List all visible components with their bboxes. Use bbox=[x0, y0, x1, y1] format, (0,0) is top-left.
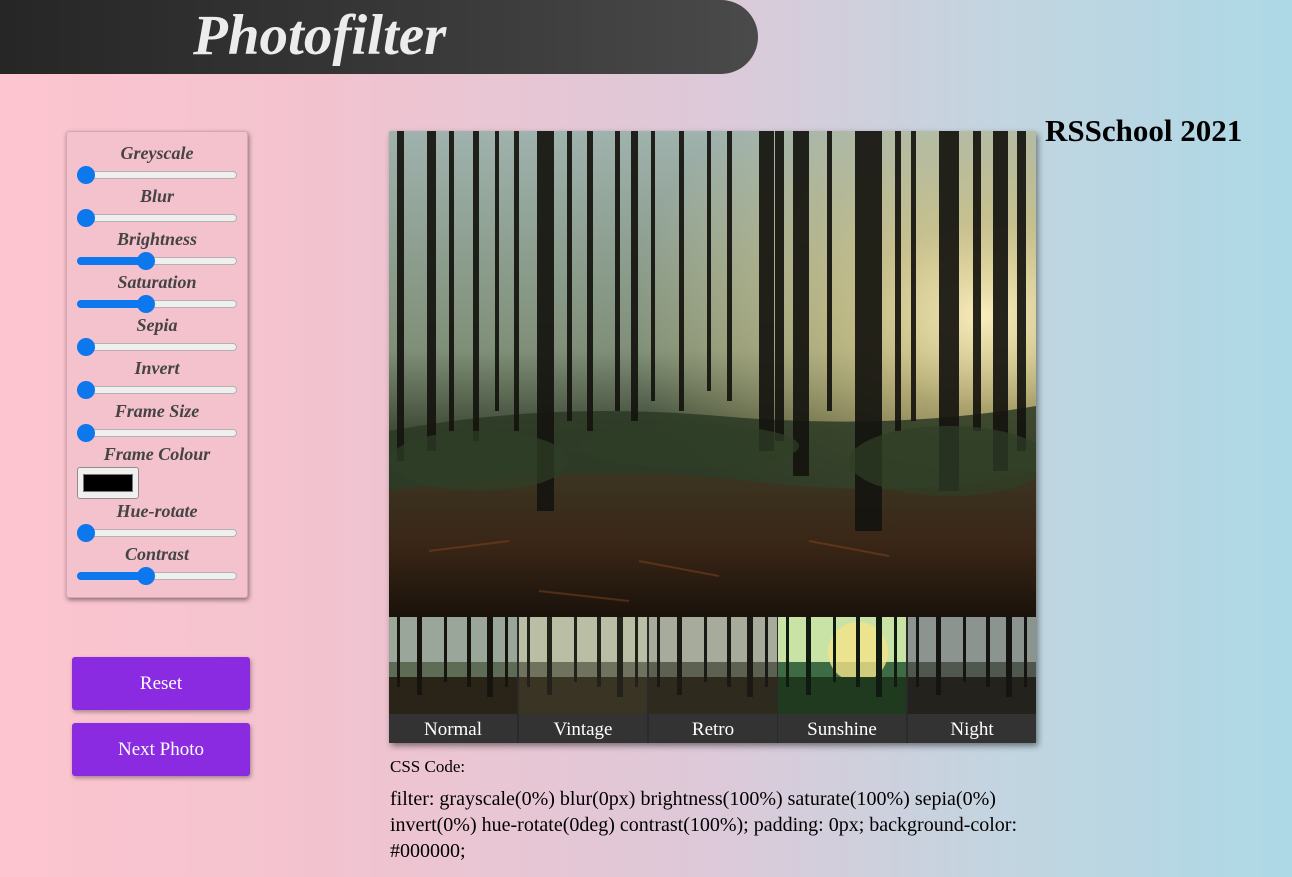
slider-track bbox=[77, 343, 237, 351]
frame-size-label: Frame Size bbox=[114, 401, 200, 421]
slider-track bbox=[77, 171, 237, 179]
slider-track bbox=[77, 386, 237, 394]
slider-track bbox=[77, 214, 237, 222]
slider-thumb[interactable] bbox=[136, 252, 155, 270]
css-code-output: filter: grayscale(0%) blur(0px) brightne… bbox=[390, 788, 1018, 862]
preset-thumbnail-image bbox=[519, 617, 647, 714]
slider-thumb[interactable] bbox=[77, 166, 95, 184]
css-code-title: CSS Code: bbox=[390, 757, 466, 776]
preset-normal[interactable]: Normal bbox=[389, 617, 517, 743]
contrast-slider[interactable] bbox=[77, 567, 237, 585]
slider-thumb[interactable] bbox=[77, 524, 95, 542]
colour-swatch bbox=[83, 474, 133, 492]
contrast-label: Contrast bbox=[124, 544, 190, 564]
hue-rotate-label: Hue-rotate bbox=[116, 501, 198, 521]
frame-colour-label: Frame Colour bbox=[103, 444, 211, 464]
main-photo bbox=[389, 131, 1036, 617]
brightness-label: Brightness bbox=[116, 229, 198, 249]
reset-button[interactable]: Reset bbox=[72, 657, 250, 710]
brightness-slider[interactable] bbox=[77, 252, 237, 270]
slider-track bbox=[77, 529, 237, 537]
photo-preview-frame: Normal Vintage Retro Sunshine Night bbox=[389, 131, 1036, 743]
slider-thumb[interactable] bbox=[136, 295, 155, 313]
slider-thumb[interactable] bbox=[77, 209, 95, 227]
forest-photo-image bbox=[389, 131, 1036, 617]
slider-thumb[interactable] bbox=[77, 338, 95, 356]
preset-thumbnails: Normal Vintage Retro Sunshine Night bbox=[389, 617, 1036, 743]
header-bar: Photofilter bbox=[0, 0, 758, 74]
app-title: Photofilter bbox=[193, 4, 447, 67]
slider-thumb[interactable] bbox=[136, 567, 155, 585]
saturation-slider[interactable] bbox=[77, 295, 237, 313]
preset-label: Sunshine bbox=[778, 714, 906, 743]
preset-thumbnail-image bbox=[908, 617, 1036, 714]
preset-thumbnail-image bbox=[649, 617, 777, 714]
invert-slider[interactable] bbox=[77, 381, 237, 399]
saturation-label: Saturation bbox=[117, 272, 197, 292]
slider-fill bbox=[77, 300, 146, 308]
blur-label: Blur bbox=[139, 186, 175, 206]
preset-vintage[interactable]: Vintage bbox=[519, 617, 647, 743]
frame-size-slider[interactable] bbox=[77, 424, 237, 442]
preset-label: Retro bbox=[649, 714, 777, 743]
preset-sunshine[interactable]: Sunshine bbox=[778, 617, 906, 743]
slider-fill bbox=[77, 257, 146, 265]
forest-thumbnail-image bbox=[778, 617, 906, 714]
sepia-slider[interactable] bbox=[77, 338, 237, 356]
slider-track bbox=[77, 429, 237, 437]
preset-label: Vintage bbox=[519, 714, 647, 743]
forest-thumbnail-image bbox=[649, 617, 777, 714]
slider-thumb[interactable] bbox=[77, 424, 95, 442]
preset-retro[interactable]: Retro bbox=[649, 617, 777, 743]
preset-thumbnail-image bbox=[778, 617, 906, 714]
sepia-label: Sepia bbox=[136, 315, 178, 335]
preset-thumbnail-image bbox=[389, 617, 517, 714]
greyscale-label: Greyscale bbox=[120, 143, 194, 163]
preset-label: Normal bbox=[389, 714, 517, 743]
brand-label: RSSchool 2021 bbox=[1045, 113, 1243, 148]
slider-fill bbox=[77, 572, 146, 580]
forest-thumbnail-image bbox=[389, 617, 517, 714]
forest-thumbnail-image bbox=[908, 617, 1036, 714]
preset-label: Night bbox=[908, 714, 1036, 743]
filter-controls-panel: Greyscale Blur Brightness Saturation Sep… bbox=[66, 131, 248, 598]
frame-colour-picker[interactable] bbox=[77, 467, 139, 499]
forest-thumbnail-image bbox=[519, 617, 647, 714]
blur-slider[interactable] bbox=[77, 209, 237, 227]
hue-rotate-slider[interactable] bbox=[77, 524, 237, 542]
slider-thumb[interactable] bbox=[77, 381, 95, 399]
greyscale-slider[interactable] bbox=[77, 166, 237, 184]
next-photo-button[interactable]: Next Photo bbox=[72, 723, 250, 776]
invert-label: Invert bbox=[134, 358, 180, 378]
preset-night[interactable]: Night bbox=[908, 617, 1036, 743]
